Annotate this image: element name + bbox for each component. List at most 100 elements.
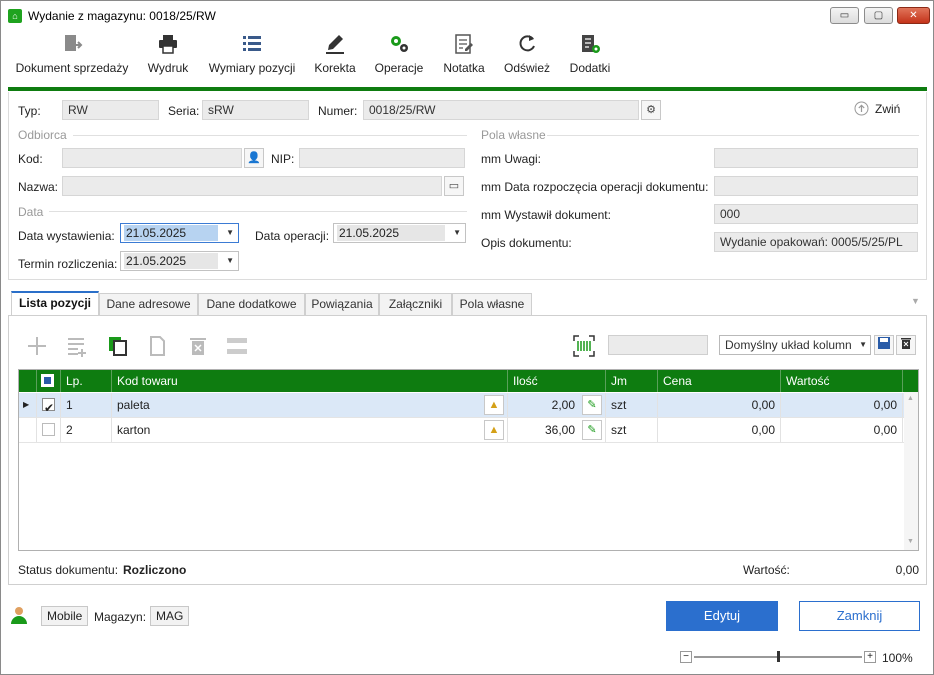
tab-zalaczniki[interactable]: Załączniki xyxy=(379,293,452,315)
wartosc-total: 0,00 xyxy=(895,563,919,577)
data-operacji-label: Data operacji: xyxy=(255,229,330,243)
data-wystawienia-picker[interactable]: 21.05.2025 ▼ xyxy=(120,223,239,243)
row-checkbox[interactable]: ✔ xyxy=(42,398,55,415)
contact-card-button[interactable]: ▭ xyxy=(444,176,464,196)
grid-vertical-scrollbar[interactable]: ▲ ▼ xyxy=(904,392,918,550)
opis-field[interactable]: Wydanie opakowań: 0005/5/25/PL xyxy=(714,232,918,252)
toolbar-notatka[interactable]: Notatka xyxy=(437,31,491,81)
window-title: Wydanie z magazynu: 0018/25/RW xyxy=(28,9,216,23)
grid-search-input[interactable] xyxy=(608,335,708,355)
list-icon xyxy=(241,33,263,55)
column-lp[interactable]: Lp. xyxy=(61,370,112,392)
opis-label: Opis dokumentu: xyxy=(481,236,572,250)
nazwa-label: Nazwa: xyxy=(18,180,59,194)
data-operacji-picker[interactable]: 21.05.2025 ▼ xyxy=(333,223,466,243)
select-all-checkbox[interactable] xyxy=(41,374,54,387)
cell-ilosc[interactable]: 2,00 ✎ xyxy=(508,393,606,417)
uwagi-field[interactable] xyxy=(714,148,918,168)
column-cena[interactable]: Cena xyxy=(658,370,781,392)
close-button[interactable]: Zamknij xyxy=(799,601,920,631)
column-layout-select[interactable]: Domyślny układ kolumn ▼ xyxy=(719,335,871,355)
cell-kod-towaru[interactable]: karton ▲ xyxy=(112,418,508,442)
toolbar-operacje[interactable]: Operacje xyxy=(370,31,428,81)
cell-kod-towaru[interactable]: paleta ▲ xyxy=(112,393,508,417)
zoom-out-button[interactable]: − xyxy=(680,651,692,663)
select-all-checkbox-header[interactable] xyxy=(37,370,61,392)
positions-grid: Lp. Kod towaru Ilość Jm Cena Wartość ▶ ✔… xyxy=(18,369,919,551)
scroll-down-icon[interactable]: ▼ xyxy=(907,538,914,545)
row-checkbox-cell[interactable] xyxy=(37,418,61,442)
kod-field[interactable] xyxy=(62,148,242,168)
numer-settings-button[interactable]: ⚙ xyxy=(641,100,661,120)
status-value: Rozliczono xyxy=(123,563,187,577)
column-ilosc[interactable]: Ilość xyxy=(508,370,606,392)
stock-icon[interactable]: ▲ xyxy=(484,395,504,415)
tab-dane-dodatkowe[interactable]: Dane dodatkowe xyxy=(198,293,305,315)
termin-rozliczenia-picker[interactable]: 21.05.2025 ▼ xyxy=(120,251,239,271)
row-checkbox-cell[interactable]: ✔ xyxy=(37,393,61,417)
nip-field[interactable] xyxy=(299,148,465,168)
edit-button[interactable]: Edytuj xyxy=(666,601,778,631)
edit-quantity-icon[interactable]: ✎ xyxy=(582,395,602,415)
close-window-button[interactable]: ✕ xyxy=(897,7,930,24)
column-jm[interactable]: Jm xyxy=(606,370,658,392)
scroll-up-icon[interactable]: ▲ xyxy=(907,395,914,402)
toolbar-wydruk[interactable]: Wydruk xyxy=(141,31,195,81)
tab-bar: Lista pozycji Dane adresowe Dane dodatko… xyxy=(8,291,927,316)
data-rozpoczecia-label: mm Data rozpoczęcia operacji dokumentu: xyxy=(481,180,709,194)
nazwa-field[interactable] xyxy=(62,176,442,196)
tab-dane-adresowe[interactable]: Dane adresowe xyxy=(99,293,198,315)
cell-ilosc[interactable]: 36,00 ✎ xyxy=(508,418,606,442)
toolbar-korekta[interactable]: Korekta xyxy=(309,31,361,81)
barcode-scan-icon[interactable] xyxy=(573,335,595,357)
termin-rozliczenia-label: Termin rozliczenia: xyxy=(18,257,118,271)
typ-label: Typ: xyxy=(18,104,41,118)
edit-quantity-icon[interactable]: ✎ xyxy=(582,420,602,440)
tab-lista-pozycji[interactable]: Lista pozycji xyxy=(11,291,99,316)
maximize-button[interactable]: ▢ xyxy=(864,7,893,24)
zoom-slider-thumb[interactable] xyxy=(777,651,780,662)
select-customer-button[interactable]: 👤 xyxy=(244,148,264,168)
zoom-in-button[interactable]: + xyxy=(864,651,876,663)
toolbar-dodatki[interactable]: Dodatki xyxy=(563,31,617,81)
table-row[interactable]: ▶ ✔ 1 paleta ▲ 2,00 ✎ szt 0,00 0,00 xyxy=(19,393,904,418)
data-rozpoczecia-field[interactable] xyxy=(714,176,918,196)
tab-pola-wlasne[interactable]: Pola własne xyxy=(452,293,532,315)
cell-jm: szt xyxy=(606,418,658,442)
minimize-button[interactable]: ▭ xyxy=(830,7,859,24)
delete-icon[interactable] xyxy=(187,335,209,357)
column-kod-towaru[interactable]: Kod towaru xyxy=(112,370,508,392)
tabs-overflow-chevron-icon[interactable]: ▼ xyxy=(911,296,920,306)
gears-icon xyxy=(388,33,410,55)
toolbar-wymiary-pozycji[interactable]: Wymiary pozycji xyxy=(204,31,300,81)
floppy-icon xyxy=(878,337,890,349)
seria-field[interactable]: sRW xyxy=(202,100,309,120)
add-row-icon[interactable] xyxy=(26,335,48,357)
toolbar-dokument-sprzedazy[interactable]: Dokument sprzedaży xyxy=(9,31,135,81)
copy-icon[interactable] xyxy=(107,335,129,357)
tab-powiazania[interactable]: Powiązania xyxy=(305,293,379,315)
zoom-value: 100% xyxy=(882,651,913,665)
row-checkbox[interactable] xyxy=(42,423,55,436)
nip-label: NIP: xyxy=(271,152,295,166)
cell-cena: 0,00 xyxy=(658,418,781,442)
column-wartosc[interactable]: Wartość xyxy=(781,370,903,392)
typ-field[interactable]: RW xyxy=(62,100,159,120)
stock-icon[interactable]: ▲ xyxy=(484,420,504,440)
odbiorca-divider xyxy=(73,135,467,136)
wystawil-field[interactable]: 000 xyxy=(714,204,918,224)
toolbar-odswiez[interactable]: Odśwież xyxy=(499,31,555,81)
paste-icon[interactable] xyxy=(147,335,169,357)
save-layout-button[interactable] xyxy=(874,335,894,355)
odbiorca-section-label: Odbiorca xyxy=(18,128,67,142)
numer-field[interactable]: 0018/25/RW xyxy=(363,100,639,120)
table-row[interactable]: 2 karton ▲ 36,00 ✎ szt 0,00 0,00 xyxy=(19,418,904,443)
cell-cena: 0,00 xyxy=(658,393,781,417)
split-rows-icon[interactable] xyxy=(226,335,248,357)
toolbar-accent-bar xyxy=(8,87,927,91)
note-icon xyxy=(453,33,475,55)
collapse-button[interactable]: Zwiń xyxy=(854,101,904,117)
delete-layout-button[interactable] xyxy=(896,335,916,355)
add-list-icon[interactable] xyxy=(66,335,88,357)
app-basket-icon: ⌂ xyxy=(8,9,22,23)
